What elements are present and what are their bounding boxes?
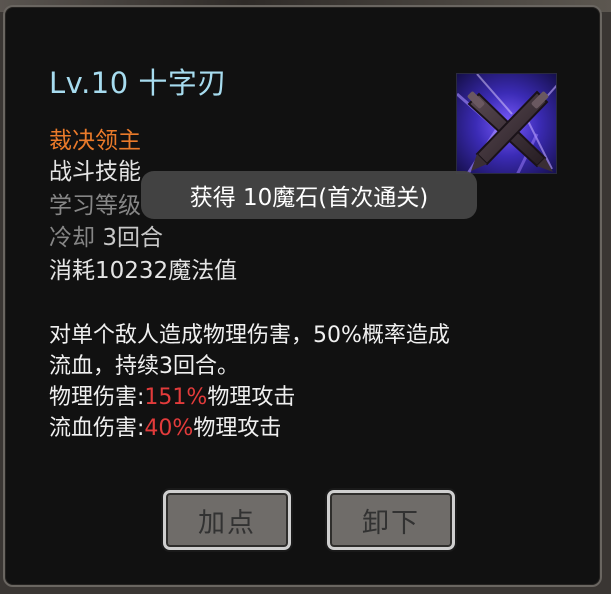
bleed-damage-label: 流血伤害:	[49, 416, 145, 441]
cooldown-label: 冷却	[49, 225, 95, 251]
description-line-1: 对单个敌人造成物理伤害，50%概率造成	[49, 323, 450, 348]
upgrade-button[interactable]: 加点	[163, 490, 291, 550]
physical-damage-row: 物理伤害:151%物理攻击	[49, 382, 569, 413]
physical-damage-value: 151%	[144, 385, 208, 410]
skill-cost-label: 消耗10232魔法值	[49, 258, 238, 284]
skill-title: Lv.10 十字刃	[49, 66, 227, 100]
physical-damage-label: 物理伤害:	[49, 385, 145, 410]
unequip-button[interactable]: 卸下	[327, 490, 455, 550]
bleed-damage-suffix: 物理攻击	[193, 416, 282, 441]
skill-cooldown: 冷却 3回合	[49, 223, 163, 253]
skill-description: 对单个敌人造成物理伤害，50%概率造成 流血，持续3回合。 物理伤害:151%物…	[49, 320, 569, 444]
skill-source-label: 裁决领主	[49, 128, 141, 154]
bleed-damage-row: 流血伤害:40%物理攻击	[49, 413, 569, 444]
skill-detail-panel: Lv.10 十字刃 裁决领主 战斗技能 学习等级 冷却 3回合 消耗10232魔…	[3, 5, 602, 587]
physical-damage-suffix: 物理攻击	[207, 385, 296, 410]
skill-category-label: 战斗技能	[49, 159, 141, 185]
crossed-daggers-icon	[456, 73, 557, 174]
reward-toast: 获得 10魔石(首次通关)	[141, 171, 477, 219]
description-line-2: 流血，持续3回合。	[49, 354, 239, 379]
cooldown-value: 3回合	[102, 225, 163, 251]
bleed-damage-value: 40%	[144, 416, 194, 441]
skill-requirement-label: 学习等级	[49, 193, 141, 219]
